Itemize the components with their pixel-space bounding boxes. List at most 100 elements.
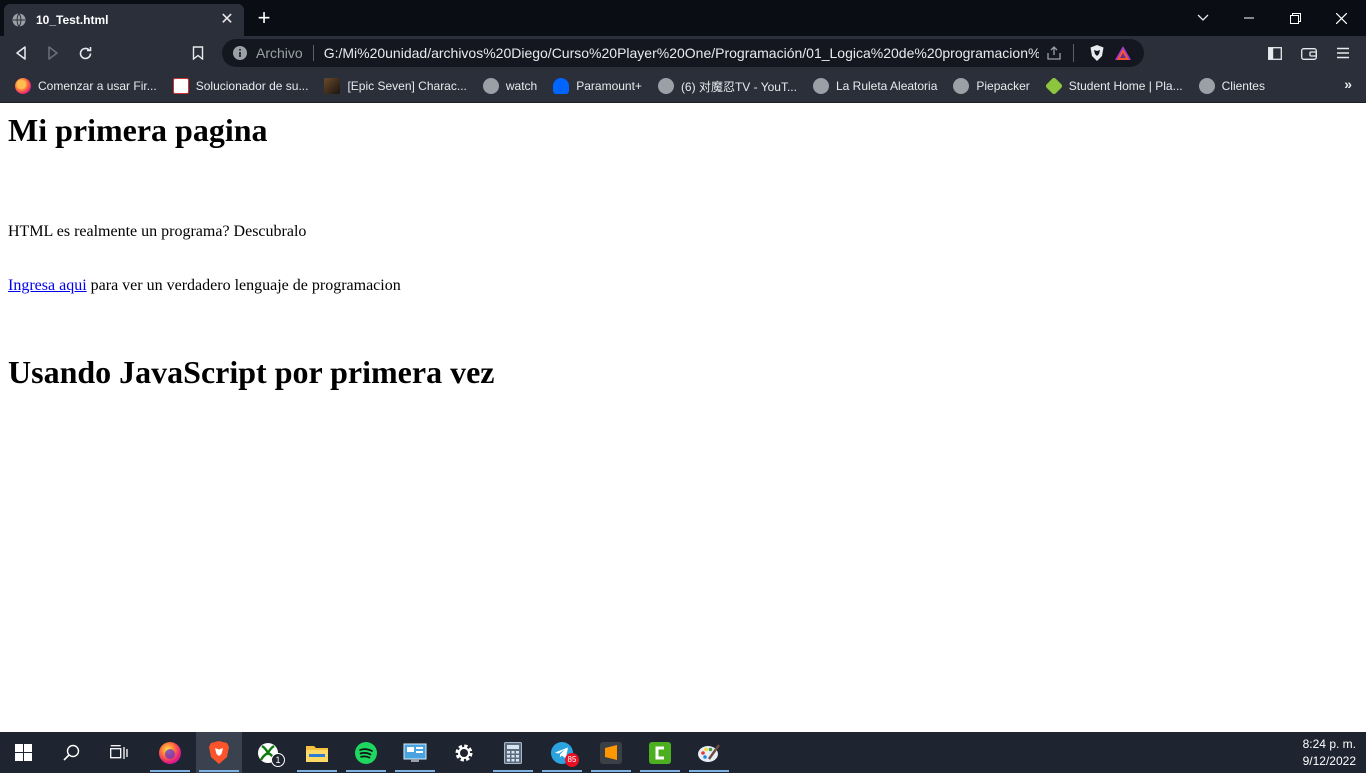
- link-paragraph-text: para ver un verdadero lenguaje de progra…: [86, 277, 401, 294]
- forward-arrow-icon: [48, 46, 58, 60]
- sidebar-icon: [1268, 46, 1282, 60]
- camtasia-taskbar-button[interactable]: [637, 732, 683, 773]
- bookmark-label: Student Home | Pla...: [1068, 79, 1183, 93]
- control-panel-icon: [403, 743, 427, 762]
- url-text[interactable]: G:/Mi%20unidad/archivos%20Diego/Curso%20…: [324, 45, 1039, 61]
- sublime-text-taskbar-button[interactable]: [588, 732, 634, 773]
- minimize-button[interactable]: [1226, 0, 1272, 36]
- settings-taskbar-button[interactable]: [441, 732, 487, 773]
- bookmark-label: Clientes: [1221, 79, 1265, 93]
- bookmark-item[interactable]: Piepacker: [946, 73, 1036, 99]
- calculator-icon: [504, 741, 522, 764]
- task-view-button[interactable]: [96, 732, 142, 773]
- file-explorer-icon: [306, 745, 328, 762]
- calculator-taskbar-button[interactable]: [490, 732, 536, 773]
- spotify-taskbar-button[interactable]: [343, 732, 389, 773]
- bookmark-item[interactable]: Solucionador de su...: [166, 73, 316, 99]
- running-indicator: [150, 770, 190, 772]
- bookmark-label: [Epic Seven] Charac...: [347, 79, 467, 93]
- clock-date: 9/12/2022: [1302, 754, 1356, 768]
- xbox-taskbar-button[interactable]: 1: [245, 732, 291, 773]
- running-indicator: [395, 770, 435, 772]
- menu-button[interactable]: [1330, 40, 1356, 66]
- student-home-icon: [1044, 76, 1063, 96]
- bookmark-item[interactable]: Paramount+: [546, 73, 649, 99]
- wallet-button[interactable]: [1296, 40, 1322, 66]
- page-content: Mi primera pagina HTML es realmente un p…: [0, 103, 1366, 732]
- globe-icon: [482, 78, 499, 94]
- bookmark-label: Comenzar a usar Fir...: [38, 79, 157, 93]
- bookmark-item[interactable]: La Ruleta Aleatoria: [806, 73, 944, 99]
- reload-button[interactable]: [72, 40, 98, 66]
- paint-taskbar-button[interactable]: [686, 732, 732, 773]
- telegram-taskbar-button[interactable]: 85: [539, 732, 585, 773]
- globe-icon: [12, 13, 26, 27]
- bookmark-item[interactable]: Student Home | Pla...: [1039, 73, 1190, 99]
- control-panel-taskbar-button[interactable]: [392, 732, 438, 773]
- bookmark-label: (6) 对魔忍TV - YouT...: [680, 79, 797, 94]
- back-button[interactable]: [8, 40, 34, 66]
- system-clock[interactable]: 8:24 p. m. 9/12/2022: [1303, 736, 1356, 770]
- running-indicator: [346, 770, 386, 772]
- telegram-badge: 85: [565, 753, 579, 767]
- reload-icon: [79, 46, 91, 59]
- windows-start-icon: [14, 744, 32, 761]
- javascript-heading: Usando JavaScript por primera vez: [8, 354, 495, 390]
- bookmark-label: Paramount+: [576, 79, 642, 93]
- share-icon[interactable]: [1043, 42, 1065, 64]
- minimize-icon: [1244, 17, 1254, 19]
- start-button[interactable]: [0, 732, 46, 773]
- running-indicator: [199, 770, 239, 772]
- running-indicator: [591, 770, 631, 772]
- bookmark-item[interactable]: Comenzar a usar Fir...: [8, 73, 164, 99]
- intro-paragraph: HTML es realmente un programa? Descubral…: [8, 223, 307, 240]
- bookmark-item[interactable]: [Epic Seven] Charac...: [317, 73, 473, 99]
- ingresa-aqui-link[interactable]: Ingresa aqui: [8, 277, 87, 294]
- forward-button[interactable]: [40, 40, 66, 66]
- chevron-down-icon: [1197, 14, 1209, 21]
- back-arrow-icon: [16, 46, 26, 60]
- search-button[interactable]: [48, 732, 94, 773]
- new-tab-button[interactable]: +: [252, 7, 276, 31]
- close-window-button[interactable]: [1318, 0, 1364, 36]
- running-indicator: [297, 770, 337, 772]
- hamburger-menu-icon: [1337, 47, 1349, 59]
- sudoku-icon: [172, 78, 189, 94]
- camtasia-icon: [649, 741, 671, 764]
- brave-rewards-icon[interactable]: [1112, 42, 1134, 64]
- close-tab-icon[interactable]: ✕: [218, 11, 236, 29]
- restore-icon: [1289, 12, 1301, 24]
- page-heading: Mi primera pagina: [8, 112, 268, 148]
- info-icon[interactable]: [232, 45, 248, 61]
- bookmark-item[interactable]: watch: [476, 73, 544, 99]
- task-view-icon: [110, 744, 128, 759]
- paint-icon: [698, 743, 720, 762]
- bookmark-button[interactable]: [185, 40, 211, 66]
- bookmark-item[interactable]: (6) 对魔忍TV - YouT...: [651, 73, 804, 99]
- bookmark-item[interactable]: Clientes: [1192, 73, 1272, 99]
- xbox-badge: 1: [271, 753, 285, 767]
- firefox-taskbar-button[interactable]: [147, 732, 193, 773]
- bookmarks-bar: Comenzar a usar Fir... Solucionador de s…: [0, 70, 1366, 103]
- link-paragraph: Ingresa aqui para ver un verdadero lengu…: [8, 277, 401, 295]
- file-explorer-taskbar-button[interactable]: [294, 732, 340, 773]
- spotify-icon: [355, 741, 377, 764]
- restore-button[interactable]: [1272, 0, 1318, 36]
- running-indicator: [542, 770, 582, 772]
- globe-icon: [1198, 78, 1215, 94]
- windows-taskbar: 1 85 8:24 p. m. 9/12/2022: [0, 732, 1366, 773]
- sidebar-button[interactable]: [1262, 40, 1288, 66]
- bookmark-icon: [192, 46, 204, 60]
- bookmarks-overflow-button[interactable]: »: [1344, 76, 1352, 92]
- tab-strip: 10_Test.html ✕ +: [0, 0, 1366, 36]
- address-bar[interactable]: Archivo G:/Mi%20unidad/archivos%20Diego/…: [222, 39, 1144, 67]
- firefox-icon: [15, 78, 31, 94]
- bookmark-label: Solucionador de su...: [195, 79, 309, 93]
- browser-tab[interactable]: 10_Test.html ✕: [4, 4, 244, 36]
- brave-icon: [209, 741, 229, 764]
- bookmark-label: watch: [505, 79, 538, 93]
- scheme-label: Archivo: [256, 45, 314, 61]
- brave-taskbar-button[interactable]: [196, 732, 242, 773]
- tab-search-button[interactable]: [1180, 0, 1226, 36]
- brave-shields-icon[interactable]: [1086, 42, 1108, 64]
